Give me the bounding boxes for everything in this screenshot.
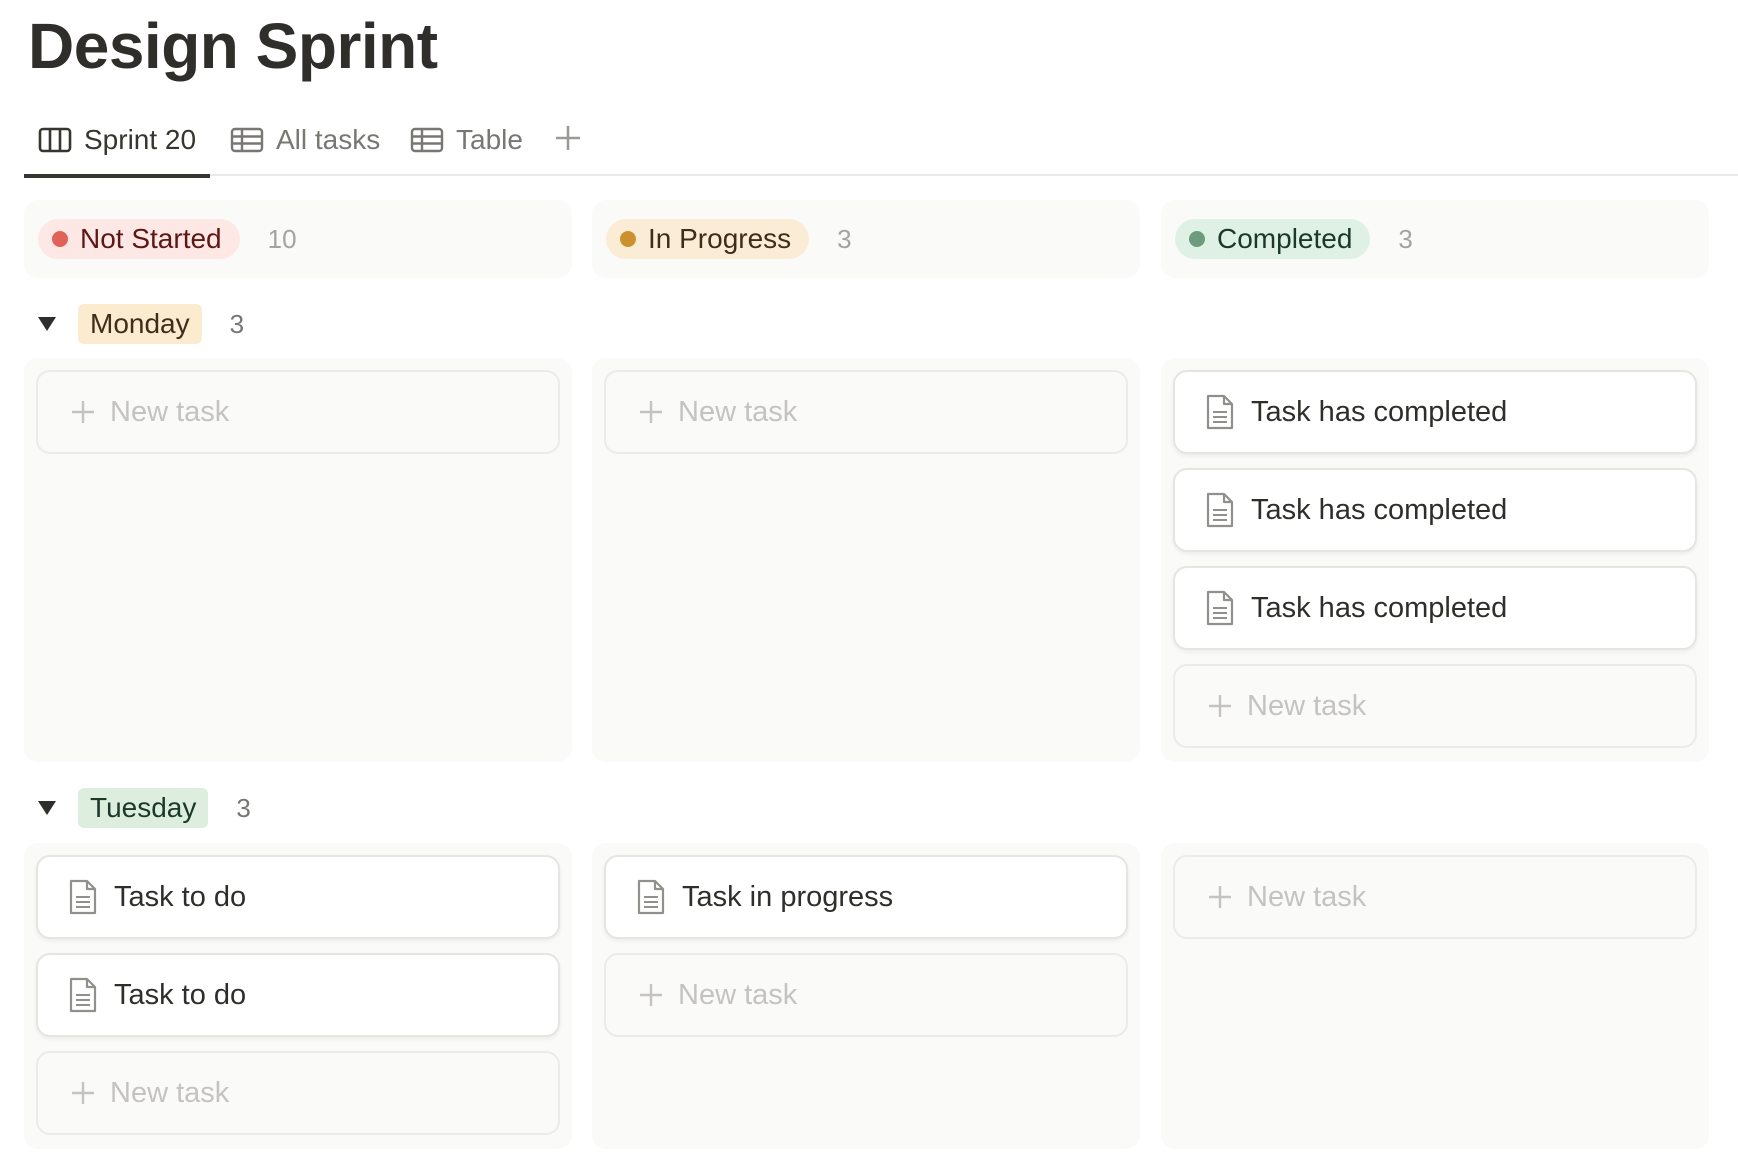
collapse-toggle-icon[interactable]	[34, 795, 60, 821]
plus-icon	[72, 1082, 94, 1104]
new-task-button[interactable]: New task	[604, 370, 1128, 454]
status-pill-completed[interactable]: Completed	[1175, 219, 1371, 259]
page-icon	[1206, 590, 1234, 626]
status-pill-in-progress[interactable]: In Progress	[606, 219, 810, 259]
board-icon	[38, 127, 72, 153]
tab-label: Table	[456, 124, 523, 155]
column-count: 10	[267, 223, 297, 254]
new-task-label: New task	[110, 395, 230, 428]
group-count: 3	[236, 792, 251, 823]
tab-label: Sprint 20	[84, 124, 197, 155]
lane-monday-completed: Task has completed Task has completed Ta…	[1161, 358, 1709, 762]
view-tabs: Sprint 20 All tasks Table	[24, 104, 1738, 178]
new-task-label: New task	[678, 978, 798, 1011]
task-title: Task to do	[114, 880, 247, 913]
tab-label: All tasks	[276, 124, 381, 155]
new-task-label: New task	[1247, 689, 1367, 722]
group-tag: Tuesday	[78, 788, 209, 828]
page-icon	[1206, 394, 1234, 430]
new-task-button[interactable]: New task	[36, 370, 560, 454]
new-task-label: New task	[678, 395, 798, 428]
new-task-label: New task	[1247, 880, 1367, 913]
status-dot	[1189, 231, 1205, 247]
task-card[interactable]: Task to do	[36, 953, 560, 1037]
page-icon	[69, 879, 97, 915]
column-count: 3	[837, 223, 852, 254]
column-count: 3	[1398, 223, 1413, 254]
page-icon	[69, 977, 97, 1013]
task-card[interactable]: Task has completed	[1173, 566, 1697, 650]
task-card[interactable]: Task to do	[36, 855, 560, 939]
task-card[interactable]: Task has completed	[1173, 468, 1697, 552]
page-icon	[1206, 492, 1234, 528]
new-task-button[interactable]: New task	[604, 953, 1128, 1037]
plus-icon	[72, 401, 94, 423]
new-task-button[interactable]: New task	[1173, 855, 1697, 939]
task-card[interactable]: Task has completed	[1173, 370, 1697, 454]
page-icon	[637, 879, 665, 915]
new-task-button[interactable]: New task	[1173, 664, 1697, 748]
plus-icon	[1209, 695, 1231, 717]
new-task-button[interactable]: New task	[36, 1051, 560, 1135]
status-label: Not Started	[80, 223, 222, 254]
column-header-in-progress: In Progress 3	[592, 200, 1140, 278]
task-title: Task in progress	[682, 880, 894, 913]
tab-table[interactable]: Table	[410, 104, 523, 176]
board-page: Design Sprint Sprint 20 All tasks Table …	[0, 0, 1738, 1158]
collapse-toggle-icon[interactable]	[34, 311, 60, 337]
column-header-completed: Completed 3	[1161, 200, 1709, 278]
table-icon	[410, 127, 444, 153]
lane-tuesday-completed: New task	[1161, 843, 1709, 1149]
group-count: 3	[229, 308, 245, 339]
lane-monday-not-started: New task	[24, 358, 572, 762]
plus-icon	[1209, 886, 1231, 908]
status-dot	[620, 231, 636, 247]
new-task-label: New task	[110, 1076, 230, 1109]
lane-monday-in-progress: New task	[592, 358, 1140, 762]
lane-tuesday-not-started: Task to do Task to do New task	[24, 843, 572, 1149]
status-pill-not-started[interactable]: Not Started	[38, 219, 240, 259]
task-title: Task has completed	[1251, 591, 1508, 624]
group-tag: Monday	[78, 304, 202, 344]
lane-tuesday-in-progress: Task in progress New task	[592, 843, 1140, 1149]
tab-all-tasks[interactable]: All tasks	[230, 104, 380, 176]
page-title: Design Sprint	[28, 10, 438, 82]
table-icon	[230, 127, 264, 153]
plus-icon	[640, 401, 662, 423]
add-view-icon[interactable]	[548, 118, 588, 158]
group-header-monday: Monday 3	[34, 302, 244, 346]
task-title: Task to do	[114, 978, 247, 1011]
status-label: Completed	[1217, 223, 1353, 254]
plus-icon	[640, 984, 662, 1006]
task-title: Task has completed	[1251, 395, 1508, 428]
task-card[interactable]: Task in progress	[604, 855, 1128, 939]
group-header-tuesday: Tuesday 3	[34, 786, 251, 830]
status-dot	[52, 231, 68, 247]
task-title: Task has completed	[1251, 493, 1508, 526]
column-header-not-started: Not Started 10	[24, 200, 572, 278]
tab-sprint-20[interactable]: Sprint 20	[24, 104, 211, 178]
status-label: In Progress	[648, 223, 792, 254]
